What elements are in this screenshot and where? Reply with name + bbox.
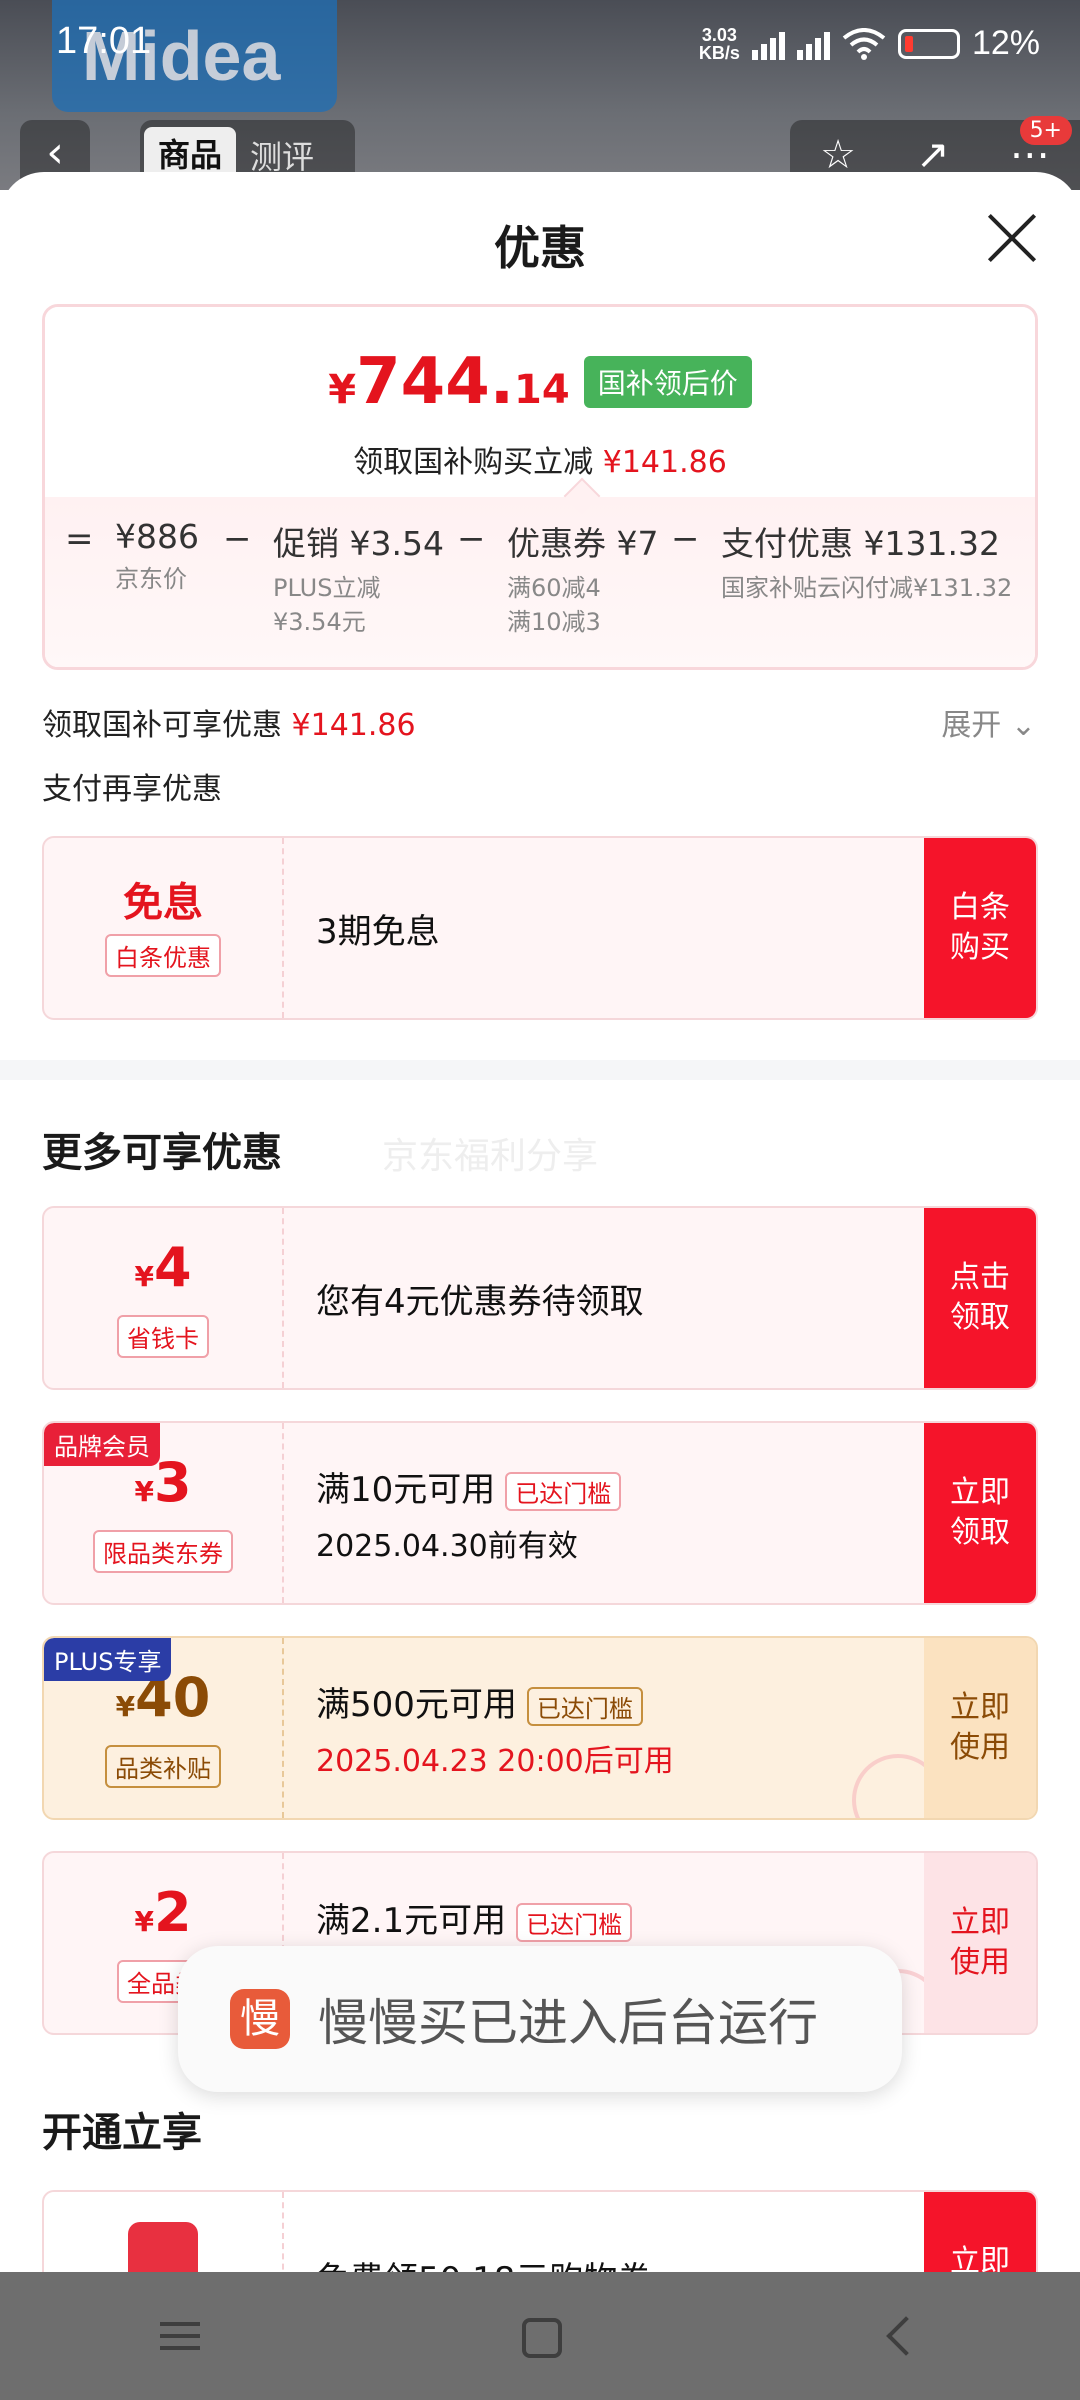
chevron-down-icon: ⌄ xyxy=(1010,708,1036,743)
back-icon[interactable] xyxy=(870,2306,930,2366)
national-subsidy-row: 领取国补可享优惠 ¥141.86 xyxy=(42,708,416,743)
sheet-title: 优惠 xyxy=(494,221,586,275)
system-nav-bar xyxy=(0,2272,1080,2400)
pay-more-heading: 支付再享优惠 xyxy=(42,772,222,807)
threshold-pill: 已达门槛 xyxy=(516,1903,633,1942)
threshold-pill: 已达门槛 xyxy=(526,1686,643,1726)
section-divider xyxy=(0,1060,1080,1080)
breakdown-promo: 促销 ¥3.54 PLUS立减 ¥3.54元 xyxy=(273,524,444,636)
expand-button[interactable]: 展开 ⌄ xyxy=(941,700,1036,744)
coupon-validity: 2025.04.23 20:00后可用 xyxy=(316,1743,674,1779)
clock: 17:01 xyxy=(56,20,152,62)
close-icon[interactable] xyxy=(984,210,1040,266)
baitiao-desc: 3期免息 xyxy=(316,911,440,952)
use-button[interactable]: 立即使用 xyxy=(924,1853,1036,2033)
recent-apps-icon[interactable] xyxy=(150,2306,210,2366)
final-price-tag: 国补领后价 xyxy=(583,356,752,408)
minus-sign: − xyxy=(671,519,700,559)
open-button[interactable]: 立即 xyxy=(924,2192,1036,2272)
claim-button[interactable]: 点击领取 xyxy=(924,1208,1036,1388)
use-button[interactable]: 立即使用 xyxy=(924,1638,1036,1818)
battery-percent: 12% xyxy=(971,24,1040,62)
watermark: 京东福利分享 xyxy=(382,1136,599,1177)
coupon-desc: 满500元可用 已达门槛 2025.04.23 20:00后可用 xyxy=(316,1684,674,1779)
home-icon[interactable] xyxy=(510,2306,570,2366)
baitiao-amount: 免息 xyxy=(123,880,203,926)
battery-icon xyxy=(897,28,960,59)
app-icon: 慢 xyxy=(230,1989,290,2049)
coupon-desc: 满10元可用 已达门槛 2025.04.30前有效 xyxy=(316,1423,622,1603)
card-icon xyxy=(128,2222,198,2272)
network-speed: 3.03 KB/s xyxy=(698,24,740,63)
coupon-label: 限品类东券 xyxy=(93,1530,233,1573)
claim-button[interactable]: 立即领取 xyxy=(924,1423,1036,1603)
subsidy-line: 领取国补购买立减 ¥141.86 xyxy=(353,445,727,480)
background-toast: 慢 慢慢买已进入后台运行 xyxy=(178,1946,902,2092)
coupon-label: 省钱卡 xyxy=(117,1315,209,1358)
baitiao-label: 白条优惠 xyxy=(105,934,221,977)
coupon-corner-tag: 品牌会员 xyxy=(44,1423,160,1466)
open-card-desc: 免费领50.18元购物券 xyxy=(316,2192,651,2272)
breakdown-coupon: 优惠券 ¥7 满60减4 满10减3 xyxy=(507,524,659,636)
baitiao-buy-button[interactable]: 白条购买 xyxy=(924,838,1036,1018)
toast-text: 慢慢买已进入后台运行 xyxy=(318,1994,818,2052)
equals-sign: = xyxy=(65,519,94,559)
price-breakdown: = ¥886 京东价 − 促销 ¥3.54 PLUS立减 ¥3.54元 − 优惠券… xyxy=(45,477,1035,667)
coupon-card: ¥4 省钱卡 您有4元优惠券待领取 点击领取 xyxy=(42,1206,1038,1390)
coupon-corner-tag: PLUS专享 xyxy=(44,1638,172,1681)
coupon-validity: 2025.04.30前有效 xyxy=(316,1528,578,1564)
minus-sign: − xyxy=(457,519,486,559)
coupon-amount: ¥4 xyxy=(134,1236,192,1299)
coupon-card: PLUS专享 ¥40 品类补贴 满500元可用 已达门槛 2025.04.23 2… xyxy=(42,1636,1038,1820)
baitiao-card: 免息 白条优惠 3期免息 白条购买 xyxy=(42,836,1038,1020)
wifi-icon xyxy=(842,27,886,60)
more-offers-title: 更多可享优惠 xyxy=(42,1130,282,1176)
open-card: 免费领50.18元购物券 立即 xyxy=(42,2190,1038,2272)
minus-sign: − xyxy=(223,519,252,559)
signal-icon xyxy=(751,28,785,60)
breakdown-payment: 支付优惠 ¥131.32 国家补贴云闪付减¥131.32 xyxy=(721,524,1013,602)
coupon-label: 品类补贴 xyxy=(105,1745,221,1788)
coupon-card: 品牌会员 ¥3 限品类东券 满10元可用 已达门槛 2025.04.30前有效 立… xyxy=(42,1421,1038,1605)
signal-icon-2 xyxy=(796,28,830,60)
coupon-amount: ¥2 xyxy=(134,1881,192,1944)
breakdown-jd-price: ¥886 京东价 xyxy=(115,517,199,593)
open-membership-title: 开通立享 xyxy=(42,2110,202,2156)
price-summary: ¥ 744. 14 国补领后价 领取国补购买立减 ¥141.86 = ¥886 … xyxy=(42,304,1038,670)
threshold-pill: 已达门槛 xyxy=(505,1471,622,1511)
coupon-desc: 您有4元优惠券待领取 xyxy=(316,1281,644,1322)
message-badge: 5+ xyxy=(1019,116,1072,145)
status-bar: 17:01 3.03 KB/s 12% xyxy=(0,0,1080,90)
final-price: ¥ 744. 14 国补领后价 xyxy=(45,345,1035,419)
